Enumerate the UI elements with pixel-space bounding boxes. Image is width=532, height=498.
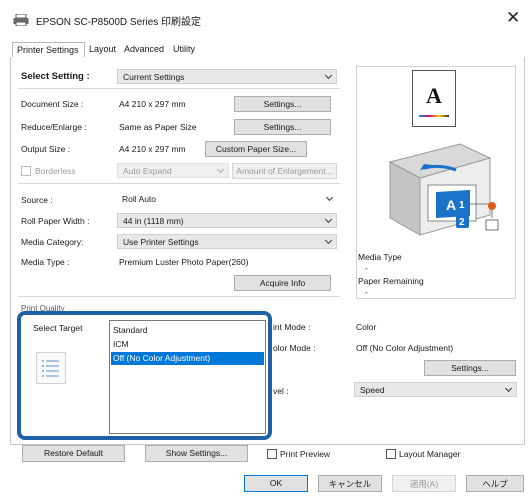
chevron-down-icon xyxy=(325,193,334,202)
preview-media-type-value: - xyxy=(365,263,368,273)
paper-letter: A xyxy=(426,83,442,108)
print-preview-label: Print Preview xyxy=(280,449,331,459)
roll-paper-width-dropdown[interactable]: 44 in (1118 mm) xyxy=(117,213,337,228)
output-size-value: A4 210 x 297 mm xyxy=(119,144,186,154)
tab-advanced[interactable]: Advanced xyxy=(124,42,164,58)
reduce-enlarge-value: Same as Paper Size xyxy=(119,122,197,132)
roll-paper-width-value: 44 in (1118 mm) xyxy=(123,216,184,226)
window-title: EPSON SC-P8500D Series 印刷設定 xyxy=(36,17,202,28)
borderless-checkbox[interactable] xyxy=(21,166,31,176)
separator xyxy=(18,296,340,297)
tab-utility[interactable]: Utility xyxy=(173,42,195,58)
borderless-label: Borderless xyxy=(35,166,76,176)
paper-preview: A xyxy=(412,70,456,127)
chevron-down-icon xyxy=(324,215,333,224)
borderless-mode-value: Auto Expand xyxy=(123,166,172,176)
layout-manager-checkbox[interactable] xyxy=(386,449,396,459)
custom-paper-size-button[interactable]: Custom Paper Size... xyxy=(205,141,307,157)
preview-paper-remaining-value: - xyxy=(365,287,368,297)
document-size-value: A4 210 x 297 mm xyxy=(119,99,186,109)
borderless-mode-dropdown[interactable]: Auto Expand xyxy=(117,163,229,178)
media-category-dropdown[interactable]: Use Printer Settings xyxy=(117,234,337,249)
svg-text:A: A xyxy=(446,197,456,213)
show-settings-button[interactable]: Show Settings... xyxy=(145,445,248,462)
roll-1-label: 1 xyxy=(459,200,465,211)
media-category-value: Use Printer Settings xyxy=(123,237,199,247)
separator xyxy=(18,183,340,184)
restore-default-button[interactable]: Restore Default xyxy=(22,445,125,462)
help-button[interactable]: ヘルプ xyxy=(466,475,524,492)
color-bar xyxy=(419,115,449,117)
output-size-label: Output Size : xyxy=(21,144,71,154)
preview-media-type-label: Media Type xyxy=(358,252,402,262)
chevron-down-icon xyxy=(216,165,225,174)
roll-2-label: 2 xyxy=(459,217,465,228)
color-mode-value: Off (No Color Adjustment) xyxy=(356,343,454,353)
document-size-settings-button[interactable]: Settings... xyxy=(234,96,331,112)
amount-of-enlargement-button[interactable]: Amount of Enlargement... xyxy=(232,163,337,179)
reduce-enlarge-settings-button[interactable]: Settings... xyxy=(234,119,331,135)
layout-manager-label: Layout Manager xyxy=(399,449,461,459)
print-mode-value: Color xyxy=(356,322,377,332)
media-type-label: Media Type : xyxy=(21,257,70,267)
print-preview-checkbox[interactable] xyxy=(267,449,277,459)
roll-paper-width-label: Roll Paper Width : xyxy=(21,216,90,226)
callout-highlight xyxy=(17,311,272,440)
media-type-value: Premium Luster Photo Paper(260) xyxy=(119,257,249,267)
color-settings-button[interactable]: Settings... xyxy=(424,360,516,376)
level-label: vel : xyxy=(273,386,289,396)
source-label: Source : xyxy=(21,195,53,205)
ok-button[interactable]: OK xyxy=(244,475,308,492)
chevron-down-icon xyxy=(324,236,333,245)
chevron-down-icon xyxy=(324,71,333,80)
reduce-enlarge-label: Reduce/Enlarge : xyxy=(21,122,87,132)
select-setting-dropdown[interactable]: Current Settings xyxy=(117,69,337,84)
select-setting-label: Select Setting : xyxy=(21,71,90,82)
close-icon[interactable]: ✕ xyxy=(506,9,520,27)
media-category-label: Media Category: xyxy=(21,237,84,247)
color-mode-label: olor Mode : xyxy=(273,343,316,353)
level-value: Speed xyxy=(360,385,385,395)
printer-icon xyxy=(13,13,29,27)
apply-button[interactable]: 適用(A) xyxy=(392,475,456,492)
select-setting-value: Current Settings xyxy=(123,72,185,82)
tab-layout[interactable]: Layout xyxy=(89,42,116,58)
source-dropdown[interactable]: Roll Auto xyxy=(117,192,337,207)
cancel-button[interactable]: キャンセル xyxy=(318,475,382,492)
preview-paper-remaining-label: Paper Remaining xyxy=(358,276,424,286)
chevron-down-icon xyxy=(504,384,513,393)
level-dropdown[interactable]: Speed xyxy=(354,382,517,397)
document-size-label: Document Size : xyxy=(21,99,84,109)
source-value: Roll Auto xyxy=(122,194,157,204)
separator xyxy=(18,88,340,89)
print-mode-label: int Mode : xyxy=(273,322,311,332)
acquire-info-button[interactable]: Acquire Info xyxy=(234,275,331,291)
printer-illustration-icon: A 1 2 xyxy=(380,140,515,250)
